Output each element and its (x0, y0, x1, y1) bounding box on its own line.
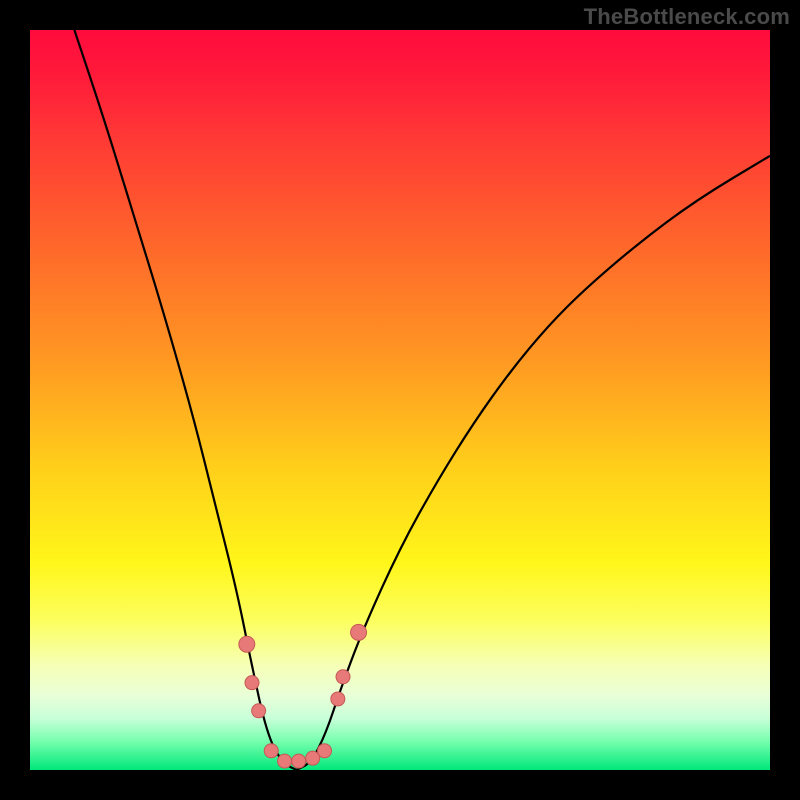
data-marker (278, 754, 292, 768)
attribution-text: TheBottleneck.com (584, 4, 790, 30)
data-marker (318, 744, 332, 758)
data-marker (336, 670, 350, 684)
data-marker (331, 692, 345, 706)
data-marker (245, 676, 259, 690)
marker-layer (30, 30, 770, 770)
data-marker (292, 754, 306, 768)
chart-frame: TheBottleneck.com (0, 0, 800, 800)
data-marker (239, 636, 255, 652)
plot-area (30, 30, 770, 770)
data-marker (351, 624, 367, 640)
data-marker (264, 744, 278, 758)
data-marker (252, 704, 266, 718)
